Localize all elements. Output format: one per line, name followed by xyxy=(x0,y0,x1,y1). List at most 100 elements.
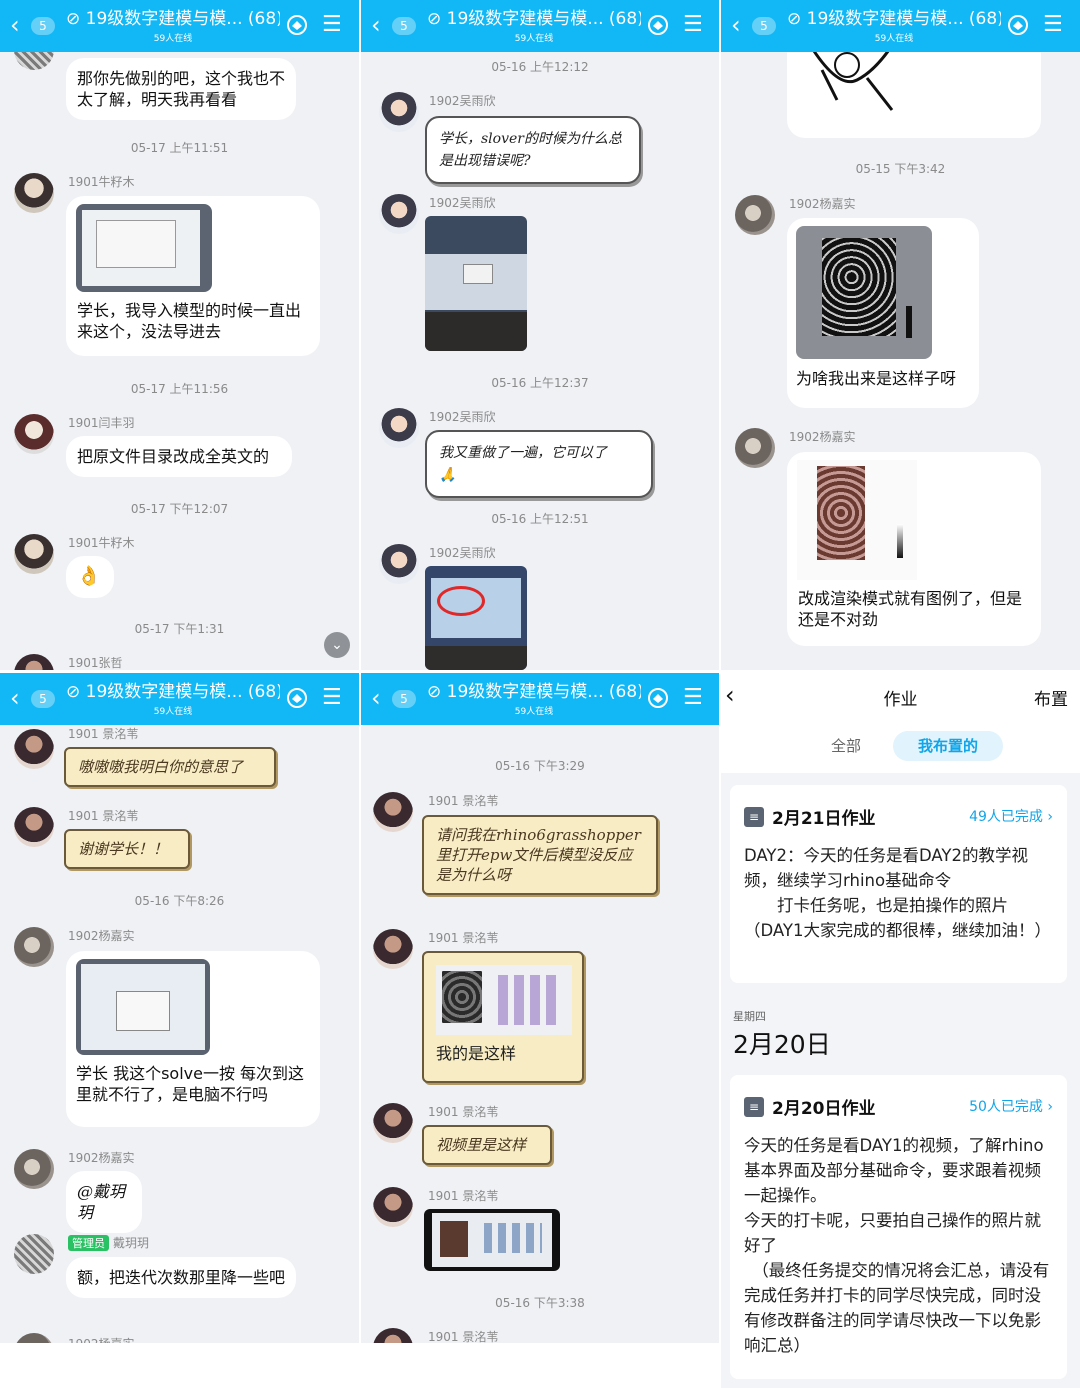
message-text: 我又重做了一遍，它可以了 xyxy=(439,445,607,461)
back-chevron-icon[interactable]: ‹ xyxy=(731,13,741,37)
completion-link[interactable]: 49人已完成 › xyxy=(969,806,1053,826)
qq-icon[interactable] xyxy=(647,14,669,36)
assign-button[interactable]: 布置 xyxy=(1034,685,1068,710)
avatar[interactable] xyxy=(379,544,419,584)
message-bubble-image[interactable]: 学长 我这个solve一按 每次到这里就不行了，是电脑不行吗 xyxy=(66,951,320,1127)
admin-badge: 管理员 xyxy=(68,1235,109,1251)
avatar[interactable] xyxy=(14,927,54,967)
avatar[interactable] xyxy=(379,408,419,448)
sender-name: 1902杨嘉实 xyxy=(68,1151,135,1165)
analysis-image[interactable] xyxy=(796,226,932,359)
tab-mine[interactable]: 我布置的 xyxy=(893,731,1003,761)
screenshot-image[interactable] xyxy=(76,204,212,292)
message-bubble-fancy[interactable]: 请问我在rhino6grasshopper里打开epw文件后模型没反应是为什么呀 xyxy=(422,815,658,895)
message-bubble-fancy[interactable]: 学长，slover的时候为什么总是出现错误呢? xyxy=(425,116,641,184)
page-title: 作业 xyxy=(883,690,918,710)
avatar[interactable] xyxy=(373,1103,413,1143)
menu-icon[interactable]: ☰ xyxy=(683,14,703,36)
avatar[interactable] xyxy=(735,428,775,468)
photo-image[interactable] xyxy=(425,216,527,351)
sender-name: 1902吴雨欣 xyxy=(429,196,496,210)
chevron-right-icon: › xyxy=(1047,809,1053,825)
screenshot-image[interactable] xyxy=(76,959,210,1055)
avatar[interactable] xyxy=(373,1328,413,1343)
chat-panel-2: ‹ 5 ⊘ 19级数字建模与模... (68) 59人在线 ☰ 05-16 上午… xyxy=(361,0,719,670)
avatar[interactable] xyxy=(14,1149,54,1189)
sender-name: 1901 景洺苇 xyxy=(428,1189,499,1203)
video-screenshot-image[interactable] xyxy=(424,1209,560,1271)
avatar[interactable] xyxy=(373,1187,413,1227)
homework-card[interactable]: ≡ 2月21日作业 49人已完成 › DAY2：今天的任务是看DAY2的教学视频… xyxy=(730,785,1067,983)
avatar[interactable] xyxy=(379,92,419,132)
homework-header: ‹ 作业 布置 全部 我布置的 xyxy=(721,673,1080,773)
homework-icon: ≡ xyxy=(744,1097,764,1117)
sender-name: 1901 景洺苇 xyxy=(68,727,139,741)
qq-icon[interactable] xyxy=(1007,14,1029,36)
online-count: 59人在线 xyxy=(514,707,554,717)
date-heading: 2月20日 xyxy=(733,1030,831,1059)
render-image[interactable] xyxy=(797,460,917,580)
message-bubble[interactable]: 那你先做别的吧，这个我也不太了解，明天我再看看 xyxy=(66,58,296,120)
avatar[interactable] xyxy=(14,729,54,769)
message-emoji: 🙏 xyxy=(439,467,457,483)
chevron-down-icon[interactable]: ⌄ xyxy=(324,632,350,658)
unread-badge: 5 xyxy=(31,690,55,708)
avatar[interactable] xyxy=(373,929,413,969)
timestamp: 05-16 下午3:38 xyxy=(495,1296,585,1310)
message-bubble[interactable]: @戴玥玥 xyxy=(66,1171,142,1233)
qq-icon[interactable] xyxy=(647,687,669,709)
avatar[interactable] xyxy=(14,807,54,847)
homework-title: 2月20日作业 xyxy=(772,1099,876,1119)
sender-name: 1901 景洺苇 xyxy=(428,931,499,945)
chat-header: ‹ 5 ⊘ 19级数字建模与模... (68) 59人在线 ☰ xyxy=(361,673,719,725)
menu-icon[interactable]: ☰ xyxy=(1043,14,1063,36)
sender-name: 1901牛籽木 xyxy=(68,536,135,550)
grasshopper-image[interactable] xyxy=(436,965,572,1035)
menu-icon[interactable]: ☰ xyxy=(683,687,703,709)
unread-badge: 5 xyxy=(31,17,55,35)
message-bubble-fancy[interactable]: 谢谢学长！！ xyxy=(64,829,190,869)
back-chevron-icon[interactable]: ‹ xyxy=(371,13,381,37)
back-chevron-icon[interactable]: ‹ xyxy=(371,686,381,710)
message-bubble-image[interactable]: 学长，我导入模型的时候一直出来这个，没法导进去 xyxy=(66,196,320,356)
avatar[interactable] xyxy=(14,414,54,454)
message-bubble-emoji[interactable]: 👌 xyxy=(66,556,114,598)
message-text: 学长，我导入模型的时候一直出来这个，没法导进去 xyxy=(77,301,302,341)
qq-icon[interactable] xyxy=(286,14,308,36)
message-bubble-fancy[interactable]: 我又重做了一遍，它可以了 🙏 xyxy=(425,430,653,498)
homework-icon: ≡ xyxy=(744,807,764,827)
screenshot-collage: ‹ 5 ⊘ 19级数字建模与模... (68) 59人在线 ☰ 那你先做别的吧，… xyxy=(0,0,1080,1388)
avatar[interactable] xyxy=(735,195,775,235)
photo-image[interactable] xyxy=(425,566,527,670)
online-count: 59人在线 xyxy=(514,34,554,44)
qq-icon[interactable] xyxy=(286,687,308,709)
avatar[interactable] xyxy=(14,534,54,574)
message-bubble-image[interactable]: 我的是这样 xyxy=(422,951,584,1083)
avatar[interactable] xyxy=(14,1333,54,1343)
back-chevron-icon[interactable]: ‹ xyxy=(10,13,20,37)
weekday-label: 星期四 xyxy=(733,1010,766,1023)
message-bubble-image[interactable]: 为啥我出来是这样子呀 xyxy=(787,218,979,408)
message-bubble[interactable]: 额，把迭代次数那里降一些吧 xyxy=(66,1257,296,1298)
message-bubble[interactable]: 把原文件目录改成全英文的 xyxy=(66,436,292,477)
avatar[interactable] xyxy=(14,654,54,670)
avatar[interactable] xyxy=(14,173,54,213)
completion-link[interactable]: 50人已完成 › xyxy=(969,1096,1053,1116)
group-title: ⊘ 19级数字建模与模... (68) xyxy=(787,9,1001,29)
homework-card[interactable]: ≡ 2月20日作业 50人已完成 › 今天的任务是看DAY1的视频，了解rhin… xyxy=(730,1075,1067,1379)
message-bubble-image[interactable]: 改成渲染模式就有图例了，但是还是不对劲 xyxy=(787,452,1041,646)
sender-name: 1902杨嘉实 xyxy=(68,929,135,943)
avatar[interactable] xyxy=(379,194,419,234)
menu-icon[interactable]: ☰ xyxy=(322,14,342,36)
avatar[interactable] xyxy=(373,792,413,832)
message-bubble-fancy[interactable]: 视频里是这样 xyxy=(422,1125,552,1165)
back-chevron-icon[interactable]: ‹ xyxy=(10,686,20,710)
tab-all[interactable]: 全部 xyxy=(811,731,881,761)
chat-panel-3: ‹ 5 ⊘ 19级数字建模与模... (68) 59人在线 ☰ 05-15 下午… xyxy=(721,0,1080,670)
avatar[interactable] xyxy=(14,1234,54,1274)
message-text: 改成渲染模式就有图例了，但是还是不对劲 xyxy=(798,589,1023,629)
homework-title: 2月21日作业 xyxy=(772,809,876,829)
menu-icon[interactable]: ☰ xyxy=(322,687,342,709)
message-bubble-fancy[interactable]: 嗷嗷嗷我明白你的意思了 xyxy=(64,747,276,787)
chat-panel-1: ‹ 5 ⊘ 19级数字建模与模... (68) 59人在线 ☰ 那你先做别的吧，… xyxy=(0,0,359,670)
